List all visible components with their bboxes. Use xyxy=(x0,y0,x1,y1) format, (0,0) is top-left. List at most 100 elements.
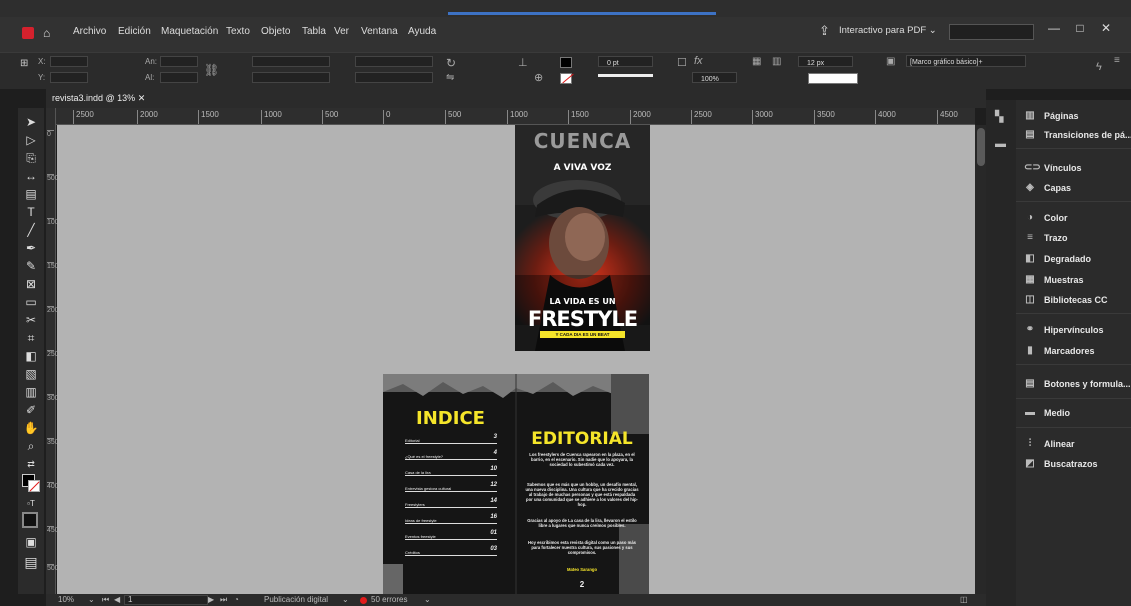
direct-selection-tool-icon[interactable]: ▷ xyxy=(22,132,40,148)
zoom-dropdown-icon[interactable]: ⌄ xyxy=(88,595,95,604)
next-page-icon[interactable]: ▶ xyxy=(208,595,214,604)
toc-entry[interactable]: Créditos 03 xyxy=(405,546,497,556)
x-field[interactable] xyxy=(50,56,88,67)
comments-icon[interactable]: ▬ xyxy=(995,138,1006,150)
screen-mode-icon[interactable]: ▣ xyxy=(22,534,40,550)
error-count[interactable]: 50 errores xyxy=(371,595,407,604)
swap-colors-icon[interactable]: ⇄ xyxy=(22,456,40,472)
panel-medio[interactable]: ▬ Medio xyxy=(1024,405,1070,421)
distribute-icon[interactable]: ▥ xyxy=(772,56,781,67)
y-field[interactable] xyxy=(50,72,88,83)
scissors-tool-icon[interactable]: ✂ xyxy=(22,312,40,328)
eyedropper-tool-icon[interactable]: ✐ xyxy=(22,402,40,418)
frame-tool-icon[interactable]: ⊠ xyxy=(22,276,40,292)
select-container-icon[interactable]: ⊥ xyxy=(518,56,528,69)
gap-tool-icon[interactable]: ↔ xyxy=(22,168,40,184)
selection-tool-icon[interactable]: ➤ xyxy=(22,114,40,130)
menu-archivo[interactable]: Archivo xyxy=(73,25,106,39)
lightning-icon[interactable]: ϟ xyxy=(1096,61,1102,73)
page-tool-icon[interactable]: ⎘ xyxy=(22,150,40,166)
toc-entry[interactable]: Freestylers 14 xyxy=(405,498,497,508)
panel-bibliotecas-cc[interactable]: ◫ Bibliotecas CC xyxy=(1024,292,1107,308)
stroke-type-select[interactable] xyxy=(598,74,653,80)
panel-botones[interactable]: ▤ Botones y formula... xyxy=(1024,376,1130,392)
stroke-color-box[interactable] xyxy=(28,480,40,492)
flip-icon[interactable]: ⇋ xyxy=(446,72,454,83)
panel-muestras[interactable]: ▦ Muestras xyxy=(1024,272,1083,288)
width-field[interactable] xyxy=(160,56,198,67)
hand-tool-icon[interactable]: ✋ xyxy=(22,420,40,436)
menu-ayuda[interactable]: Ayuda xyxy=(408,25,436,39)
toc-entry[interactable]: Ideas de freestyle 16 xyxy=(405,514,497,524)
close-button[interactable]: ✕ xyxy=(1095,17,1117,39)
stroke-weight-field[interactable]: 0 pt xyxy=(598,56,653,67)
toc-entry[interactable]: Entrevista gestora cultural 12 xyxy=(405,482,497,492)
toc-entry[interactable]: Eventos freestyle 01 xyxy=(405,530,497,540)
frame-style-select[interactable]: [Marco gráfico básico]+ xyxy=(906,55,1026,67)
gradient-tool-icon[interactable]: ◧ xyxy=(22,348,40,364)
preflight-icon[interactable]: ◔ xyxy=(234,595,239,604)
apply-color-icon[interactable] xyxy=(22,512,38,528)
workspace-switcher[interactable]: Interactivo para PDF ⌄ xyxy=(839,25,937,36)
share-icon[interactable]: ⇪ xyxy=(819,23,830,39)
panel-marcadores[interactable]: ▮ Marcadores xyxy=(1024,343,1094,359)
select-content-icon[interactable]: ⊕ xyxy=(534,71,543,84)
panel-buscatrazos[interactable]: ◩ Buscatrazos xyxy=(1024,456,1097,472)
constrain-icon[interactable]: ⛓ xyxy=(204,63,219,77)
type-tool-icon[interactable]: T xyxy=(22,204,40,220)
document-tab[interactable]: revista3.indd @ 13% ✕ xyxy=(52,93,145,104)
toc-entry[interactable]: Casa de la lira 10 xyxy=(405,466,497,476)
toc-entry[interactable]: Editorial 3 xyxy=(405,434,497,444)
panel-transiciones[interactable]: ▤ Transiciones de pá... xyxy=(1024,127,1131,143)
panel-toggle-icon[interactable]: ◫ xyxy=(960,595,968,604)
fill-swatch[interactable] xyxy=(560,57,572,68)
maximize-button[interactable]: □ xyxy=(1069,17,1091,39)
search-input[interactable] xyxy=(949,24,1034,40)
scale-x-field[interactable] xyxy=(252,56,330,67)
profile-dropdown-icon[interactable]: ⌄ xyxy=(342,595,349,604)
zoom-tool-icon[interactable]: ⌕ xyxy=(22,438,40,454)
menu-texto[interactable]: Texto xyxy=(226,25,250,39)
menu-maquetacion[interactable]: Maquetación xyxy=(161,25,218,39)
panel-hipervinculos[interactable]: ⚭ Hipervínculos xyxy=(1024,322,1104,338)
panel-color[interactable]: ◑ Color xyxy=(1024,210,1068,226)
panel-paginas[interactable]: ▥ Páginas xyxy=(1024,108,1078,124)
stroke-swatch[interactable] xyxy=(560,73,574,84)
minimize-button[interactable]: — xyxy=(1043,17,1065,39)
errors-dropdown-icon[interactable]: ⌄ xyxy=(424,595,431,604)
page-number-field[interactable]: 1 xyxy=(124,595,208,605)
corner-shape-select[interactable] xyxy=(808,73,858,84)
cover-page[interactable]: CUENCA A VIVA VOZ LA VIDA ES UN FRESTYLE… xyxy=(515,125,650,351)
note-tool-icon[interactable]: ▥ xyxy=(22,384,40,400)
rectangle-tool-icon[interactable]: ▭ xyxy=(22,294,40,310)
pen-tool-icon[interactable]: ✒ xyxy=(22,240,40,256)
height-field[interactable] xyxy=(160,72,198,83)
transform-tool-icon[interactable]: ⌗ xyxy=(22,330,40,346)
menu-ventana[interactable]: Ventana xyxy=(361,25,398,39)
reference-point-icon[interactable]: ⊞ xyxy=(20,58,28,69)
line-tool-icon[interactable]: ╱ xyxy=(22,222,40,238)
menu-ver[interactable]: Ver xyxy=(334,25,349,39)
pasteboard[interactable]: CUENCA A VIVA VOZ LA VIDA ES UN FRESTYLE… xyxy=(57,125,975,594)
scrollbar-thumb[interactable] xyxy=(977,128,985,166)
properties-icon[interactable]: ▚ xyxy=(995,110,1003,123)
spread-pages-2-3[interactable]: INDICE Editorial 3 ¿Qué es el freestyle? 4… xyxy=(383,374,649,594)
previous-page-icon[interactable]: ◀ xyxy=(114,595,120,604)
panel-alinear[interactable]: ⫶ Alinear xyxy=(1024,436,1075,452)
preflight-profile[interactable]: Publicación digital xyxy=(264,595,328,604)
size-field[interactable]: 12 px xyxy=(798,56,853,67)
opacity-field[interactable]: 100% xyxy=(692,72,737,83)
pencil-tool-icon[interactable]: ✎ xyxy=(22,258,40,274)
frame-fit-icon[interactable]: ☐ xyxy=(677,56,687,69)
menu-objeto[interactable]: Objeto xyxy=(261,25,290,39)
vertical-ruler[interactable]: 0 500 1000 1500 2000 2500 3000 3500 4000… xyxy=(46,108,63,594)
vertical-scrollbar[interactable] xyxy=(975,125,986,594)
rotate-field[interactable] xyxy=(355,56,433,67)
zoom-level[interactable]: 10% xyxy=(58,595,74,604)
horizontal-ruler[interactable]: 2500 2000 1500 1000 500 0 500 1000 1500 … xyxy=(55,108,975,125)
gradient-feather-icon[interactable]: ▧ xyxy=(22,366,40,382)
first-page-icon[interactable]: ⏮ xyxy=(102,595,109,605)
formatting-affects-text-icon[interactable]: ▫T xyxy=(22,496,40,512)
panel-trazo[interactable]: ≡ Trazo xyxy=(1024,230,1067,246)
preview-mode-icon[interactable]: ▤ xyxy=(22,554,40,570)
